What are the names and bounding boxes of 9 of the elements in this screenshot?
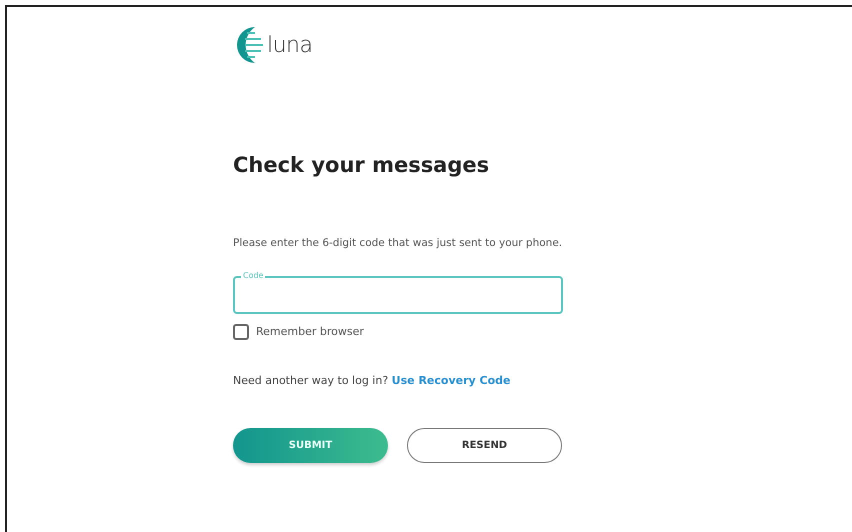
submit-button[interactable]: SUBMIT [233, 428, 388, 463]
checkbox-label: Remember browser [256, 324, 364, 340]
instructions-text: Please enter the 6-digit code that was just sent to your phone. [233, 236, 564, 252]
resend-button[interactable]: RESEND [407, 428, 562, 463]
remember-checkbox[interactable] [233, 324, 249, 340]
page-heading: Check your messages [233, 153, 490, 178]
recovery-prompt: Need another way to log in? Use Recovery Code [233, 373, 512, 390]
logo-text: luna [267, 32, 312, 60]
recovery-code-link[interactable]: Use Recovery Code [392, 374, 510, 388]
